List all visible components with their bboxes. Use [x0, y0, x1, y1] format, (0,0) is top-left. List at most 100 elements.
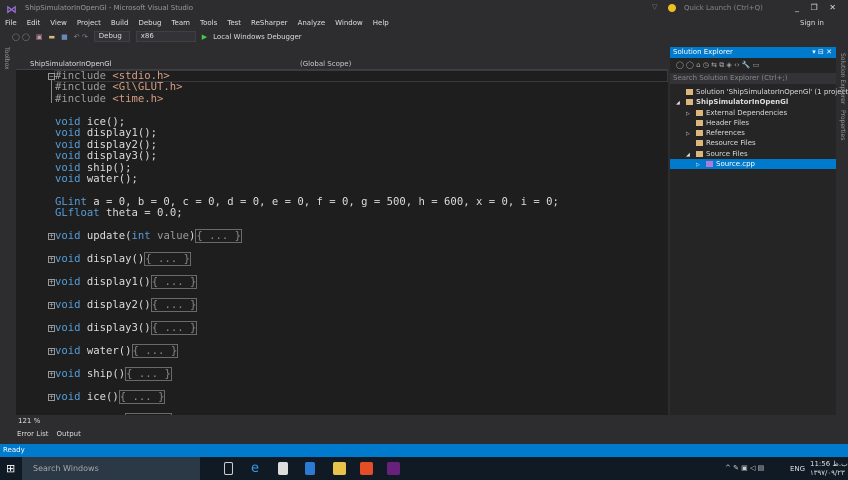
- expand-icon[interactable]: +: [48, 370, 55, 378]
- collapsed-block[interactable]: { ... }: [150, 298, 198, 312]
- window-controls[interactable]: _ ❐ ✕: [795, 3, 836, 12]
- menu-debug[interactable]: Debug: [133, 17, 166, 29]
- code-token: display2(): [80, 299, 151, 311]
- menu-resharper[interactable]: ReSharper: [246, 17, 293, 29]
- menu-test[interactable]: Test: [222, 17, 246, 29]
- code-line: void water(){ ... }: [55, 343, 179, 358]
- collapsed-block[interactable]: { ... }: [131, 343, 179, 358]
- clock-date[interactable]: ۱۳۹۷/۰۹/۲۳: [810, 469, 845, 477]
- collapsed-block[interactable]: { ... }: [125, 366, 172, 381]
- code-line: void display2();: [55, 139, 157, 151]
- code-line: void display(){ ... }: [55, 252, 191, 267]
- menu-project[interactable]: Project: [72, 17, 106, 29]
- taskbar-search[interactable]: Search Windows: [22, 457, 200, 480]
- visual-studio-taskbar-icon[interactable]: [387, 462, 400, 475]
- toolbox-tab[interactable]: Toolbox: [3, 47, 10, 70]
- collapse-icon[interactable]: −: [48, 73, 55, 80]
- code-editor[interactable]: #include <stdio.h> − #include <Gl\GLUT.h> #…: [16, 70, 668, 415]
- language-indicator[interactable]: ENG: [790, 465, 805, 473]
- menu-edit[interactable]: Edit: [22, 17, 46, 29]
- code-line: void update(int value){ ... }: [55, 229, 243, 244]
- expand-arrow-icon[interactable]: ▷: [696, 160, 706, 170]
- tab-solution-explorer[interactable]: Solution Explorer: [839, 53, 846, 104]
- expand-icon[interactable]: +: [48, 347, 55, 355]
- editor-zoom-bar: 121 %: [16, 415, 668, 427]
- scope-combo[interactable]: (Global Scope): [300, 60, 351, 68]
- collapsed-block[interactable]: { ... }: [144, 252, 191, 267]
- menu-analyze[interactable]: Analyze: [293, 17, 331, 29]
- expand-icon[interactable]: +: [48, 233, 55, 241]
- tab-error-list[interactable]: Error List: [17, 430, 49, 438]
- code-line: void display1();: [55, 128, 157, 139]
- toolbox-strip[interactable]: Toolbox: [0, 45, 14, 415]
- code-line: void display3();: [55, 151, 157, 162]
- tree-node-label: ShipSimulatorInOpenGl: [696, 98, 789, 107]
- sign-in-link[interactable]: Sign in: [800, 19, 824, 27]
- solution-search-input[interactable]: Search Solution Explorer (Ctrl+;): [670, 73, 836, 84]
- collapsed-block[interactable]: { ... }: [150, 320, 198, 335]
- tab-output[interactable]: Output: [57, 430, 81, 438]
- project-combo[interactable]: ShipSimulatorInOpenGl: [30, 60, 112, 68]
- feedback-smiley-icon[interactable]: [668, 4, 676, 12]
- menu-window[interactable]: Window: [330, 17, 368, 29]
- folder-icon: [696, 140, 703, 147]
- tree-node-label: References: [706, 129, 745, 138]
- store-icon[interactable]: [278, 462, 288, 475]
- edge-icon[interactable]: e: [251, 462, 264, 475]
- menu-tools[interactable]: Tools: [195, 17, 222, 29]
- code-token: display1();: [80, 127, 158, 140]
- new-project-icon[interactable]: ▣: [36, 33, 43, 41]
- start-debugging-icon[interactable]: ▶: [202, 33, 207, 41]
- title-bar: ⋈ ShipSimulatorInOpenGl - Microsoft Visu…: [0, 0, 848, 18]
- clock-time[interactable]: 11:56 ب.ظ: [810, 460, 848, 468]
- code-line: void ship(){ ... }: [55, 366, 172, 381]
- vscode-icon[interactable]: [305, 462, 315, 475]
- tree-node[interactable]: Solution 'ShipSimulatorInOpenGl' (1 proj…: [670, 87, 848, 97]
- folder-icon: [696, 150, 703, 157]
- code-token: ice();: [80, 115, 126, 128]
- undo-redo-icon[interactable]: ↶ ↷: [74, 33, 88, 41]
- code-token: void: [55, 390, 81, 403]
- expand-icon[interactable]: +: [48, 279, 55, 287]
- tree-node[interactable]: Resource Files: [670, 138, 836, 148]
- platform-select[interactable]: x86: [135, 31, 196, 42]
- expand-icon[interactable]: +: [48, 324, 55, 332]
- notifications-filter-icon[interactable]: ▽: [652, 3, 657, 11]
- expand-arrow-icon[interactable]: ◢: [676, 98, 686, 108]
- configuration-select[interactable]: Debug: [93, 31, 130, 42]
- expand-arrow-icon[interactable]: ◢: [686, 150, 696, 160]
- tree-node[interactable]: ◢ ShipSimulatorInOpenGl: [670, 97, 836, 107]
- menu-team[interactable]: Team: [166, 17, 195, 29]
- panel-controls-icon[interactable]: ▾ ⊟ ✕: [812, 47, 832, 58]
- task-view-icon[interactable]: [224, 462, 233, 475]
- expand-icon[interactable]: +: [48, 302, 55, 309]
- tree-node[interactable]: ▷ References: [670, 128, 836, 138]
- collapsed-block[interactable]: { ... }: [195, 229, 243, 244]
- tray-icons[interactable]: ^ ✎ ▣ ◁ ▤: [725, 464, 764, 472]
- code-line: #include <time.h>: [55, 92, 163, 105]
- code-token: #include: [55, 70, 113, 82]
- zoom-level[interactable]: 121 %: [18, 417, 40, 425]
- tree-node[interactable]: Header Files: [670, 118, 836, 128]
- tab-properties[interactable]: Properties: [839, 110, 846, 140]
- save-icon[interactable]: ■: [61, 33, 68, 41]
- html5-app-icon[interactable]: [360, 462, 373, 475]
- expand-icon[interactable]: +: [48, 393, 55, 401]
- tree-node[interactable]: ▷ External Dependencies: [670, 108, 836, 118]
- collapsed-block[interactable]: { ... }: [118, 389, 166, 404]
- open-icon[interactable]: ▬: [49, 33, 56, 41]
- menu-help[interactable]: Help: [368, 17, 394, 29]
- menu-file[interactable]: File: [0, 17, 22, 29]
- code-token: #include: [55, 92, 113, 105]
- tree-node[interactable]: ▷ Source.cpp: [670, 159, 836, 170]
- start-icon[interactable]: ⊞: [6, 462, 15, 475]
- tree-node[interactable]: ◢ Source Files: [670, 149, 836, 159]
- start-debugger-button[interactable]: Local Windows Debugger: [213, 33, 302, 41]
- expand-icon[interactable]: +: [48, 256, 55, 264]
- menu-build[interactable]: Build: [106, 17, 134, 29]
- file-explorer-icon[interactable]: [333, 462, 346, 475]
- back-forward-icon[interactable]: ◯ ◯: [12, 33, 30, 41]
- solution-explorer-toolbar[interactable]: ◯ ◯ ⌂ ◷ ⇆ ⧉ ◈ ‹› 🔧 ▭: [670, 58, 836, 73]
- collapsed-block[interactable]: { ... }: [150, 275, 198, 290]
- menu-view[interactable]: View: [45, 17, 72, 29]
